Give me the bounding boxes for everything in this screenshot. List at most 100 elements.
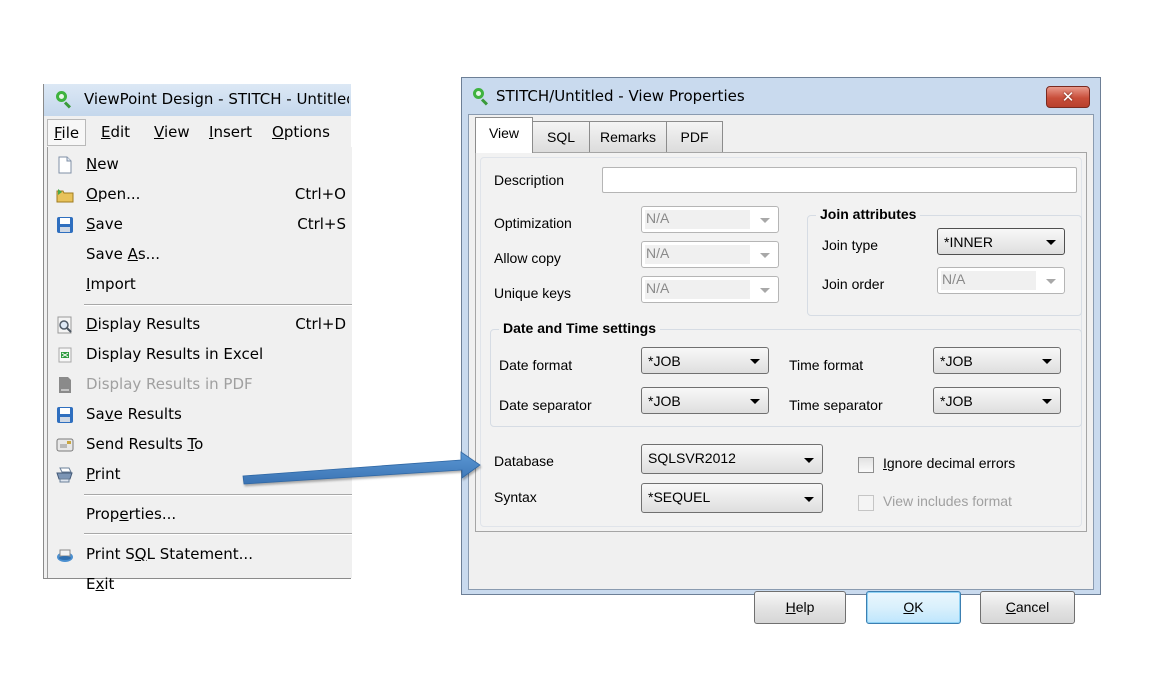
mnemonic: O <box>86 185 98 203</box>
unique-keys-label: Unique keys <box>494 285 572 301</box>
syntax-value: *SEQUEL <box>648 489 711 505</box>
time-separator-label: Time separator <box>789 397 883 413</box>
menu-options[interactable]: Options <box>272 123 330 141</box>
optimization-value: N/A <box>646 210 670 226</box>
shortcut-display-results: Ctrl+D <box>295 315 346 333</box>
time-separator-select[interactable]: *JOB <box>933 387 1061 414</box>
menu-item-save[interactable]: Save Ctrl+S <box>48 211 352 239</box>
chevron-down-icon <box>1042 359 1052 364</box>
chevron-down-icon <box>760 253 770 258</box>
time-format-select[interactable]: *JOB <box>933 347 1061 374</box>
chevron-down-icon <box>804 497 814 502</box>
label-rest: mport <box>90 275 136 293</box>
menu-item-save-as[interactable]: Save As... <box>48 241 352 269</box>
file-menu-dropdown: New Open... Ctrl+O Save Ctrl+S Save As..… <box>47 147 352 593</box>
menu-item-label: Display Results in Excel <box>86 345 264 363</box>
label-rest: K <box>914 599 924 615</box>
pdf-icon <box>59 377 71 393</box>
ignore-decimal-errors-checkbox[interactable] <box>858 457 874 473</box>
tab-pdf[interactable]: PDF <box>666 121 723 152</box>
label-pre: Send Results <box>86 435 188 453</box>
label-pre: Print S <box>86 545 135 563</box>
menu-item-exit[interactable]: Exit <box>48 571 352 595</box>
menu-item-import[interactable]: Import <box>48 271 352 299</box>
menu-item-properties[interactable]: Properties... <box>48 501 352 529</box>
chevron-down-icon <box>760 288 770 293</box>
dialog-title: STITCH/Untitled - View Properties <box>496 87 745 105</box>
menu-item-print-sql[interactable]: Print SQL Statement... <box>48 541 352 569</box>
menu-item-label: Send Results To <box>86 435 203 453</box>
menu-item-label: Print <box>86 465 121 483</box>
menu-item-open[interactable]: Open... Ctrl+O <box>48 181 352 209</box>
join-type-select[interactable]: *INNER <box>937 228 1065 255</box>
tab-sql[interactable]: SQL <box>532 121 590 152</box>
menu-item-print[interactable]: Print <box>48 461 352 489</box>
cancel-button[interactable]: Cancel <box>980 591 1075 624</box>
join-attributes-title: Join attributes <box>816 206 921 222</box>
menu-item-label: Display Results in PDF <box>86 375 253 393</box>
optimization-select: N/A <box>641 206 779 233</box>
time-format-label: Time format <box>789 357 864 373</box>
send-icon <box>56 438 74 452</box>
syntax-label: Syntax <box>494 489 537 505</box>
close-icon: ✕ <box>1061 88 1075 106</box>
menu-item-display-excel[interactable]: Display Results in Excel <box>48 341 352 369</box>
menu-item-label: Print SQL Statement... <box>86 545 253 563</box>
view-tab-panel: Description Optimization N/A Allow copy … <box>475 152 1087 532</box>
menu-item-label: Display Results <box>86 315 200 333</box>
ignore-decimal-errors-label[interactable]: Ignore decimal errors <box>883 455 1015 471</box>
database-label: Database <box>494 453 554 469</box>
join-type-label: Join type <box>822 237 879 253</box>
database-select[interactable]: SQLSVR2012 <box>641 444 823 474</box>
menu-view[interactable]: View <box>154 123 190 141</box>
join-order-select: N/A <box>937 267 1065 294</box>
database-value: SQLSVR2012 <box>648 450 736 466</box>
new-document-icon <box>58 156 72 174</box>
mnemonic: e <box>119 505 129 523</box>
join-order-label: Join order <box>822 276 885 292</box>
mnemonic: D <box>86 315 98 333</box>
menu-item-new[interactable]: New <box>48 151 352 179</box>
menu-file[interactable]: File <box>47 119 87 146</box>
label-rest: L Statement... <box>146 545 253 563</box>
menu-item-label: Save <box>86 215 123 233</box>
menu-item-label: Open... <box>86 185 140 203</box>
view-properties-dialog: STITCH/Untitled - View Properties ✕ View… <box>461 77 1101 624</box>
shortcut-open: Ctrl+O <box>294 185 346 203</box>
menu-item-send-results[interactable]: Send Results To <box>48 431 352 459</box>
menu-bar: File Edit View Insert Options <box>44 117 351 147</box>
menu-view-mnemonic: V <box>154 123 164 141</box>
date-separator-label: Date separator <box>499 397 592 413</box>
menu-item-save-results[interactable]: Save Results <box>48 401 352 429</box>
label-rest: pen... <box>97 185 141 203</box>
label-rest: e Results <box>113 405 182 423</box>
date-format-select[interactable]: *JOB <box>641 347 769 374</box>
ok-button[interactable]: OK <box>866 591 961 624</box>
menu-edit[interactable]: Edit <box>101 123 130 141</box>
label-pre: Prop <box>86 505 120 523</box>
menu-insert[interactable]: Insert <box>209 123 252 141</box>
app-magnifier-icon <box>471 87 491 107</box>
menu-item-label: Properties... <box>86 505 176 523</box>
tab-remarks[interactable]: Remarks <box>589 121 667 152</box>
dialog-body: View SQL Remarks PDF Description Optimiz… <box>468 114 1094 624</box>
tab-view[interactable]: View <box>475 117 533 153</box>
left-window-title-bar: ViewPoint Design - STITCH - Untitled <box>44 84 351 116</box>
viewpoint-design-window: ViewPoint Design - STITCH - Untitled Fil… <box>43 84 352 593</box>
menu-file-rest: ile <box>61 124 80 142</box>
close-button[interactable]: ✕ <box>1046 86 1090 108</box>
label-rest: ancel <box>1015 599 1050 615</box>
description-input[interactable] <box>602 167 1077 193</box>
syntax-select[interactable]: *SEQUEL <box>641 483 823 513</box>
date-separator-value: *JOB <box>648 393 681 409</box>
label-rest: gnore decimal errors <box>886 455 1016 471</box>
chevron-down-icon <box>1046 240 1056 245</box>
menu-separator <box>84 494 352 496</box>
allow-copy-select: N/A <box>641 241 779 268</box>
menu-item-label: Save As... <box>86 245 160 263</box>
date-separator-select[interactable]: *JOB <box>641 387 769 414</box>
menu-item-display-results[interactable]: Display Results Ctrl+D <box>48 311 352 339</box>
time-format-value: *JOB <box>940 353 973 369</box>
help-button[interactable]: Help <box>754 591 846 624</box>
label-rest: isplay Results <box>97 315 201 333</box>
